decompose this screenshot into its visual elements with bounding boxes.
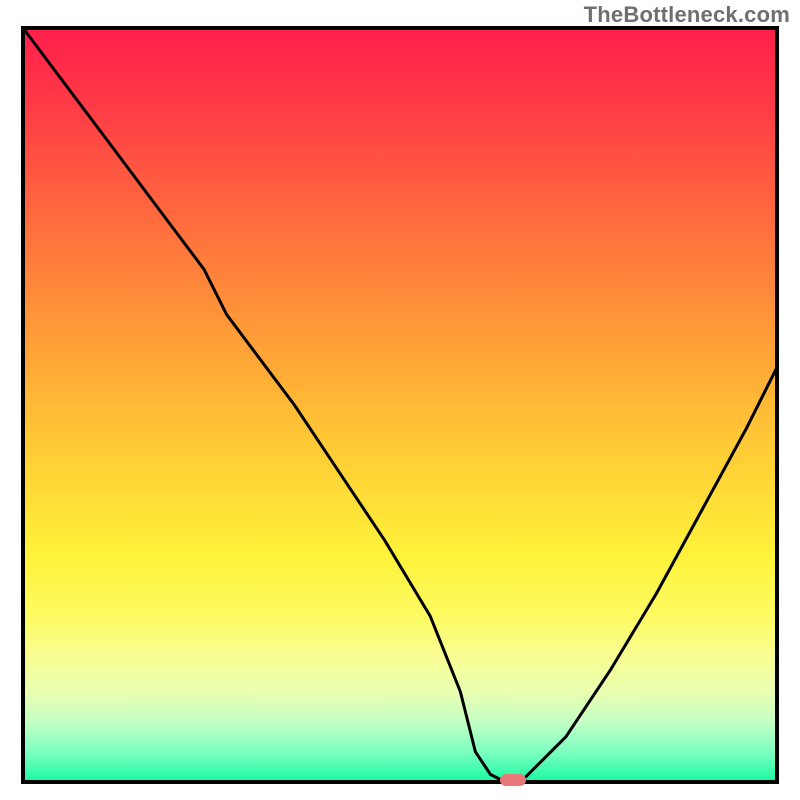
chart-background-gradient [23,28,777,782]
optimal-point-marker [500,774,526,786]
bottleneck-chart [0,0,800,800]
